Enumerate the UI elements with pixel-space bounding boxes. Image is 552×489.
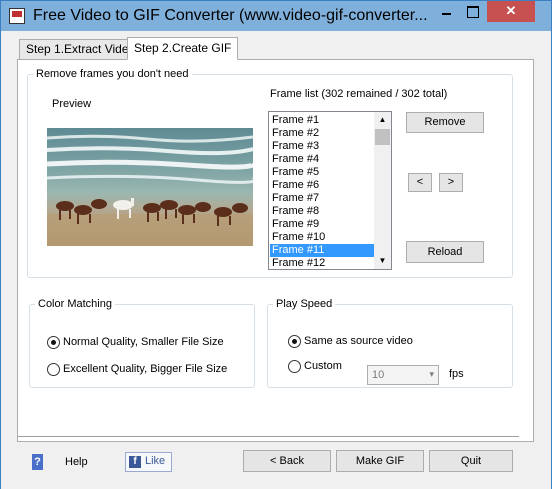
- excellent-quality-radio[interactable]: [47, 363, 60, 376]
- same-as-source-radio[interactable]: [288, 335, 301, 348]
- minimize-icon[interactable]: [433, 1, 459, 22]
- facebook-icon: f: [129, 456, 141, 468]
- frame-listbox[interactable]: Frame #1 Frame #2 Frame #3 Frame #4 Frame #5…: [268, 111, 392, 270]
- fps-label: fps: [449, 368, 464, 380]
- same-as-source-label: Same as source video: [304, 335, 413, 347]
- scroll-down-icon[interactable]: ▼: [374, 253, 391, 269]
- frame-list-scrollbar[interactable]: ▲ ▼: [374, 112, 391, 269]
- custom-speed-label: Custom: [304, 360, 342, 372]
- frame-list-item[interactable]: Frame #4: [270, 153, 374, 166]
- scroll-up-icon[interactable]: ▲: [374, 112, 391, 128]
- close-icon[interactable]: ✕: [487, 1, 535, 22]
- gif-app-icon: [9, 8, 25, 24]
- custom-speed-radio[interactable]: [288, 360, 301, 373]
- frame-list-item[interactable]: Frame #2: [270, 127, 374, 140]
- custom-fps-select[interactable]: 10 ▾: [367, 365, 439, 385]
- frame-list-label: Frame list (302 remained / 302 total): [270, 88, 448, 100]
- tab-extract-video[interactable]: Step 1.Extract Video: [19, 39, 143, 59]
- preview-label: Preview: [52, 98, 92, 110]
- scroll-thumb[interactable]: [375, 129, 390, 145]
- frame-list-item[interactable]: Frame #5: [270, 166, 374, 179]
- normal-quality-label: Normal Quality, Smaller File Size: [63, 336, 224, 348]
- facebook-like-button[interactable]: f Like: [125, 452, 172, 472]
- frame-list-item[interactable]: Frame #1: [270, 114, 374, 127]
- color-matching-title: Color Matching: [38, 298, 112, 310]
- frame-list-item[interactable]: Frame #7: [270, 192, 374, 205]
- frame-list-item[interactable]: Frame #10: [270, 231, 374, 244]
- maximize-icon[interactable]: [459, 1, 485, 22]
- make-gif-button[interactable]: Make GIF: [336, 450, 424, 472]
- remove-frames-title: Remove frames you don't need: [36, 68, 189, 80]
- frame-list-item[interactable]: Frame #3: [270, 140, 374, 153]
- normal-quality-radio[interactable]: [47, 336, 60, 349]
- window-title: Free Video to GIF Converter (www.video-g…: [33, 7, 428, 24]
- frame-list-item[interactable]: Frame #6: [270, 179, 374, 192]
- color-matching-group: Color Matching Normal Quality, Smaller F…: [29, 298, 255, 388]
- tab-panel: Remove frames you don't need Preview Fra…: [17, 59, 534, 442]
- frame-list-item[interactable]: Frame #11: [270, 244, 374, 257]
- play-speed-title: Play Speed: [276, 298, 333, 310]
- remove-frames-group: Remove frames you don't need Preview Fra…: [27, 68, 513, 278]
- custom-fps-value: 10: [372, 369, 385, 381]
- help-link[interactable]: Help: [65, 456, 88, 468]
- back-button[interactable]: < Back: [243, 450, 331, 472]
- main-area: Step 1.Extract Video Step 2.Create GIF R…: [1, 31, 551, 489]
- frame-list-item[interactable]: Frame #12: [270, 257, 374, 269]
- previous-frame-button[interactable]: <: [408, 173, 432, 192]
- next-frame-button[interactable]: >: [439, 173, 463, 192]
- help-book-icon[interactable]: ?: [32, 454, 43, 470]
- preview-image: [47, 128, 253, 246]
- chevron-down-icon: ▾: [429, 369, 434, 379]
- bottom-divider: [18, 436, 519, 438]
- frame-list-item[interactable]: Frame #8: [270, 205, 374, 218]
- like-label: Like: [145, 455, 166, 467]
- app-window: Free Video to GIF Converter (www.video-g…: [0, 0, 552, 489]
- quit-button[interactable]: Quit: [429, 450, 513, 472]
- tab-create-gif[interactable]: Step 2.Create GIF: [127, 37, 239, 60]
- reload-button[interactable]: Reload: [406, 241, 484, 263]
- title-bar[interactable]: Free Video to GIF Converter (www.video-g…: [1, 1, 551, 31]
- excellent-quality-label: Excellent Quality, Bigger File Size: [63, 363, 228, 375]
- play-speed-group: Play Speed Same as source video Custom 1…: [267, 298, 513, 388]
- frame-list-item[interactable]: Frame #9: [270, 218, 374, 231]
- remove-button[interactable]: Remove: [406, 112, 484, 133]
